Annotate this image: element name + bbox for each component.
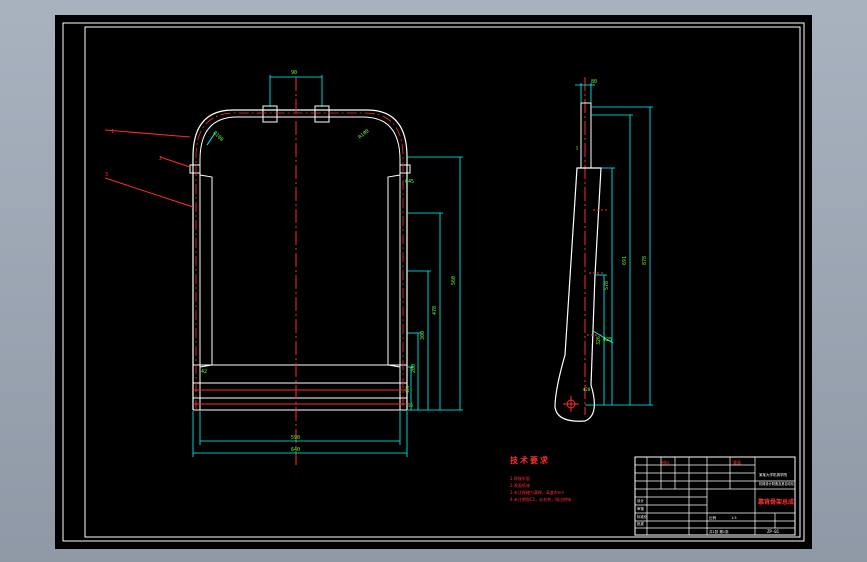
approve-label: 批准 xyxy=(637,521,645,526)
part-label-3: 3 xyxy=(105,172,108,178)
company-name: 某某大学机械学院 xyxy=(759,472,787,477)
outer-width-dim: 640 xyxy=(291,447,300,453)
outer-frame xyxy=(62,22,805,542)
part-label-2: 2 xyxy=(159,156,162,162)
side-view: 80 5 878 691 578 326 Φ25 Φ20 xyxy=(554,77,653,422)
title-block: 材料 重量 某某大学机械学院 机械设计制造及其自动化 设计 审核 标准化 批准 … xyxy=(634,456,796,536)
pipe-dim: Φ45 xyxy=(405,179,414,185)
side-top-dim: 80 xyxy=(591,79,597,85)
height-dim-200: 200 xyxy=(411,364,417,373)
scale-value: 1:5 xyxy=(731,516,737,520)
radius-left-label: R100 xyxy=(212,130,225,143)
height-dim-560: 560 xyxy=(451,276,457,285)
height-dim-300: 300 xyxy=(420,331,426,340)
side-height-691: 691 xyxy=(622,256,628,265)
drawing-canvas: 1 2 3 R100 R100 90 590 640 Φ45 42 560 47… xyxy=(62,22,805,542)
small-left-dim: 42 xyxy=(201,369,207,375)
height-dim-100: 100 xyxy=(405,385,410,393)
tech-req-line-3: 3.未注焊缝为满焊，高度4mm xyxy=(510,489,564,495)
radius-right-label: R100 xyxy=(357,128,370,140)
tech-req-line-1: 1.焊接牢固 xyxy=(510,475,530,481)
checker-label: 审核 xyxy=(637,506,645,511)
side-angle-dim: Φ25 xyxy=(603,337,612,343)
technical-requirements: 技术要求 1.焊接牢固 2.表面喷漆 3.未注焊缝为满焊，高度4mm 4.未注倒… xyxy=(510,455,571,502)
tech-req-title: 技术要求 xyxy=(510,455,550,465)
cad-viewport[interactable]: 1 2 3 R100 R100 90 590 640 Φ45 42 560 47… xyxy=(55,15,812,549)
height-dim-50: 50 xyxy=(408,403,413,408)
red-mark-material: 材料 xyxy=(661,459,669,465)
part-label-1: 1 xyxy=(111,129,114,135)
side-height-326: 326 xyxy=(596,336,602,345)
front-view: 1 2 3 R100 R100 90 590 640 Φ45 42 560 47… xyxy=(104,70,463,465)
drawing-name: 靠背骨架总成 xyxy=(758,498,794,506)
class-name: 机械设计制造及其自动化 xyxy=(759,481,795,486)
height-dim-478: 478 xyxy=(432,306,438,315)
red-mark-weight: 重量 xyxy=(733,459,741,465)
sheet-info: 共1张 第1张 xyxy=(709,529,729,534)
inner-frame xyxy=(84,26,801,538)
side-height-878: 878 xyxy=(642,256,648,265)
inner-width-dim: 590 xyxy=(291,435,300,441)
drawing-number: ZP-01 xyxy=(767,529,780,534)
scale-label: 比例 xyxy=(709,515,717,520)
top-width-dim: 90 xyxy=(291,70,297,76)
side-height-578: 578 xyxy=(604,281,610,290)
standard-label: 标准化 xyxy=(637,514,648,519)
designer-label: 设计 xyxy=(637,498,645,503)
tech-req-line-4: 4.未注倒角C1，去毛刺，锐边倒钝 xyxy=(510,496,571,502)
tech-req-line-2: 2.表面喷漆 xyxy=(510,482,530,488)
side-hole-dim: Φ20 xyxy=(583,387,591,392)
side-small-dim: 5 xyxy=(576,146,579,151)
